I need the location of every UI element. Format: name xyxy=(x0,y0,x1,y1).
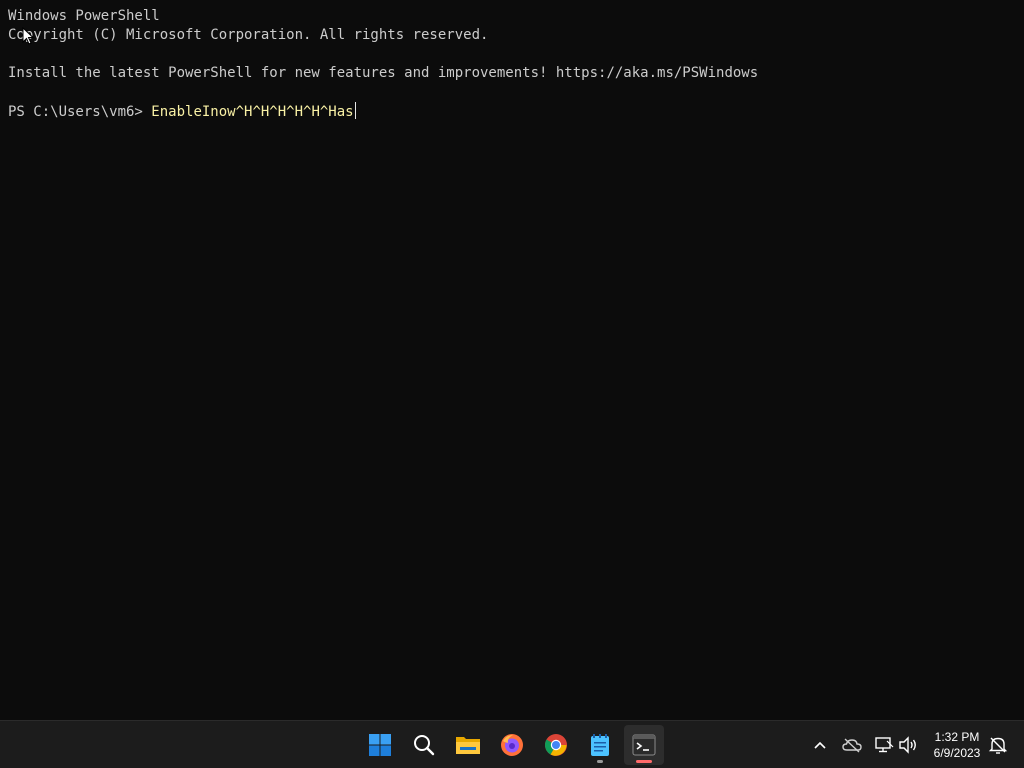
terminal-command-input[interactable]: EnableInow^H^H^H^H^H^Has xyxy=(151,104,353,120)
powershell-terminal[interactable]: Windows PowerShell Copyright (C) Microso… xyxy=(0,0,1024,720)
volume-icon xyxy=(899,736,916,754)
terminal-install-line: Install the latest PowerShell for new fe… xyxy=(8,65,759,81)
notification-center-button[interactable] xyxy=(986,733,1010,757)
network-button[interactable] xyxy=(872,733,896,757)
search-icon xyxy=(414,735,435,756)
file-explorer-button[interactable] xyxy=(448,725,488,765)
chevron-up-icon xyxy=(814,741,826,749)
text-caret xyxy=(354,102,356,119)
notepad-open-indicator xyxy=(597,760,603,763)
mouse-pointer-icon xyxy=(22,27,34,45)
volume-button[interactable] xyxy=(896,733,920,757)
terminal-button[interactable] xyxy=(624,725,664,765)
search-button[interactable] xyxy=(404,725,444,765)
folder-icon xyxy=(456,737,480,754)
show-hidden-icons-button[interactable] xyxy=(808,733,832,757)
taskbar-clock[interactable]: 1:32 PM 6/9/2023 xyxy=(926,729,988,761)
notification-icon xyxy=(988,737,1008,754)
terminal-prompt-line[interactable]: PS C:\Users\vm6> EnableInow^H^H^H^H^H^Ha… xyxy=(8,102,356,121)
windows-logo-icon xyxy=(369,734,391,756)
terminal-icon xyxy=(632,734,656,756)
terminal-prompt: PS C:\Users\vm6> xyxy=(8,104,152,120)
taskbar: 1:32 PM 6/9/2023 xyxy=(0,720,1024,768)
clock-time: 1:32 PM xyxy=(934,730,980,744)
network-icon xyxy=(875,737,894,753)
terminal-header-line: Windows PowerShell xyxy=(8,8,160,24)
firefox-button[interactable] xyxy=(492,725,532,765)
chrome-icon xyxy=(545,734,567,756)
start-button[interactable] xyxy=(360,725,400,765)
terminal-active-indicator xyxy=(636,760,652,763)
chrome-button[interactable] xyxy=(536,725,576,765)
desktop-screen: Windows PowerShell Copyright (C) Microso… xyxy=(0,0,1024,768)
onedrive-status-button[interactable] xyxy=(840,733,864,757)
notepad-icon xyxy=(591,734,609,756)
clock-date: 6/9/2023 xyxy=(933,746,981,760)
notepad-button[interactable] xyxy=(580,725,620,765)
onedrive-icon xyxy=(842,738,862,753)
firefox-icon xyxy=(501,734,523,756)
terminal-copyright-line: Copyright (C) Microsoft Corporation. All… xyxy=(8,27,489,43)
